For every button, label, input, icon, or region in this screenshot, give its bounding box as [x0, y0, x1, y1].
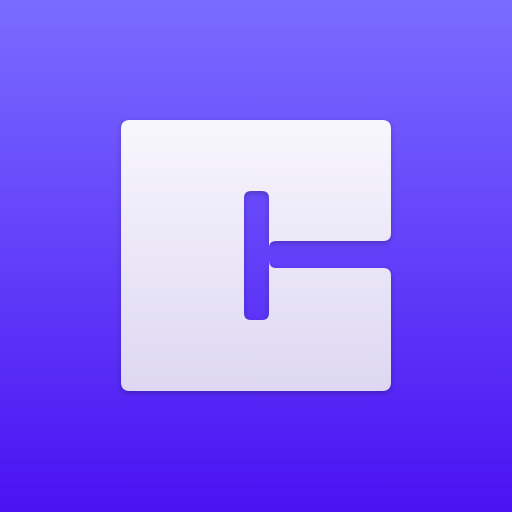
app-logo-icon	[0, 0, 512, 512]
background-tile	[0, 0, 512, 512]
app-icon	[0, 0, 512, 512]
